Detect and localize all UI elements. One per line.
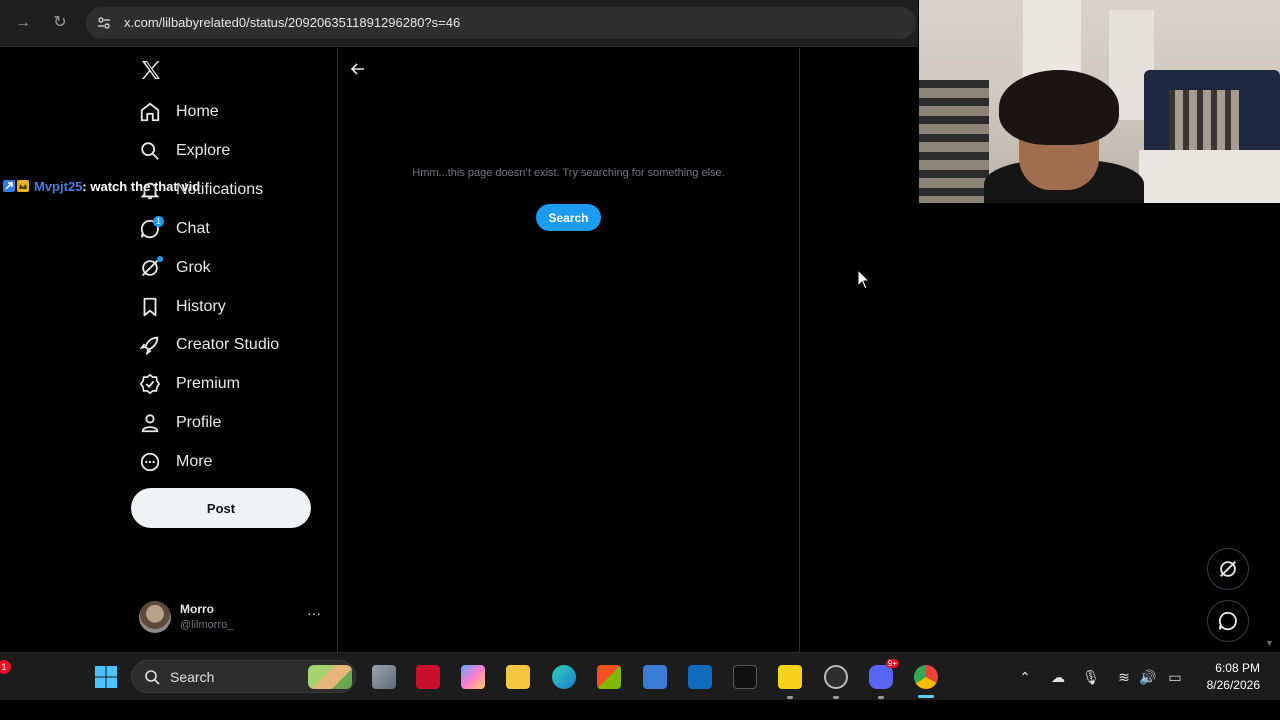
- sidebar-item-label: Explore: [176, 142, 231, 159]
- search-icon: [145, 670, 160, 685]
- search-button[interactable]: Search: [536, 204, 601, 231]
- discord-badge: 9+: [885, 659, 899, 668]
- copilot-icon[interactable]: [461, 665, 485, 689]
- reload-icon[interactable]: ↻: [49, 12, 71, 34]
- sidebar-item-profile[interactable]: Profile: [139, 408, 221, 438]
- webcam-overlay: [919, 0, 1280, 203]
- person-icon: [141, 414, 159, 433]
- taskbar-search-label: Search: [170, 669, 215, 685]
- windows-start-icon[interactable]: [94, 665, 118, 689]
- sidebar-item-premium[interactable]: Premium: [139, 369, 240, 399]
- post-button[interactable]: Post: [131, 488, 311, 528]
- running-indicator: [878, 696, 884, 699]
- rocket-icon: [139, 336, 159, 356]
- task-view-icon[interactable]: [372, 665, 396, 689]
- active-app-indicator: [918, 695, 934, 698]
- clock-time: 6:08 PM: [1215, 661, 1260, 675]
- sidebar-item-grok[interactable]: Grok: [139, 253, 211, 283]
- chat-icon-wrap: 1: [139, 216, 164, 240]
- app-icon[interactable]: [643, 665, 667, 689]
- sidebar-item-home[interactable]: Home: [139, 97, 219, 127]
- back-arrow-icon[interactable]: [349, 60, 367, 78]
- grok-float-button[interactable]: [1207, 548, 1249, 590]
- chat-badge: 1: [153, 216, 164, 227]
- address-bar[interactable]: x.com/lilbabyrelated0/status/20920635118…: [86, 7, 916, 39]
- microphone-icon[interactable]: 🎙: [1082, 668, 1100, 686]
- sidebar-item-label: Chat: [176, 220, 210, 237]
- messages-float-button[interactable]: [1207, 600, 1249, 642]
- chrome-icon[interactable]: [914, 665, 938, 689]
- call-of-duty-icon[interactable]: [733, 665, 757, 689]
- running-indicator: [787, 696, 793, 699]
- chat-message-text: : watch the that vid: [82, 178, 201, 194]
- chevron-up-icon[interactable]: ⌃: [1016, 668, 1034, 686]
- account-name: Morro: [180, 602, 214, 616]
- x-logo-icon[interactable]: [139, 58, 163, 82]
- page-not-found-message: Hmm...this page doesn’t exist. Try searc…: [412, 167, 725, 179]
- sidebar-item-label: More: [176, 453, 213, 470]
- sidebar-item-explore[interactable]: Explore: [139, 136, 230, 166]
- sidebar-item-label: Profile: [176, 414, 222, 431]
- chat-badge-icon: [3, 180, 15, 192]
- chat-icon: [1218, 611, 1237, 631]
- site-settings-icon[interactable]: [96, 15, 112, 31]
- home-icon: [140, 102, 160, 122]
- mcafee-icon[interactable]: [416, 665, 440, 689]
- sidebar-item-chat[interactable]: 1 Chat: [139, 214, 210, 244]
- url-text[interactable]: x.com/lilbabyrelated0/status/20920635118…: [124, 15, 460, 30]
- sidebar-divider: [337, 48, 338, 652]
- account-switcher[interactable]: Morro @lilmorro_ ···: [139, 601, 329, 635]
- clock-date: 8/26/2026: [1206, 678, 1260, 692]
- mouse-cursor-icon: [857, 269, 871, 290]
- verified-icon: [139, 373, 161, 395]
- onedrive-icon[interactable]: ☁: [1049, 668, 1067, 686]
- sidebar-item-history[interactable]: History: [139, 292, 226, 322]
- taskbar-search[interactable]: Search: [131, 660, 356, 693]
- more-circle-icon: [140, 452, 160, 472]
- search-icon: [141, 142, 159, 160]
- browser-toolbar: → ↻ x.com/lilbabyrelated0/status/2092063…: [0, 0, 918, 47]
- volume-icon[interactable]: 🔊: [1139, 668, 1157, 686]
- webcam-person-hair: [999, 70, 1119, 145]
- clock[interactable]: 6:08 PM 8/26/2026: [1180, 660, 1260, 694]
- forward-icon[interactable]: →: [12, 12, 34, 34]
- account-more-icon[interactable]: ···: [307, 605, 321, 621]
- grok-icon: [1220, 561, 1236, 577]
- running-indicator: [833, 696, 839, 699]
- grok-icon-wrap: [139, 256, 163, 279]
- edge-icon[interactable]: [552, 665, 576, 689]
- microsoft-store-icon[interactable]: [597, 665, 621, 689]
- sidebar-item-more[interactable]: More: [139, 447, 212, 477]
- sidebar-item-label: History: [176, 298, 226, 315]
- sticky-notes-icon[interactable]: [778, 665, 802, 689]
- wifi-icon[interactable]: ≋: [1115, 668, 1133, 686]
- bottom-letterbox: [0, 700, 1280, 720]
- sidebar-item-label: Grok: [176, 259, 211, 276]
- sidebar-item-label: Home: [176, 103, 219, 120]
- scroll-down-icon[interactable]: ▼: [1265, 638, 1274, 648]
- file-explorer-icon[interactable]: [506, 665, 530, 689]
- sidebar-nav: Home Explore Notifications 1 Chat Grok H…: [0, 48, 337, 652]
- main-divider: [799, 48, 800, 652]
- avatar[interactable]: [139, 601, 171, 633]
- obs-icon[interactable]: [824, 665, 848, 689]
- discord-icon[interactable]: 9+: [869, 659, 899, 689]
- stream-chat-message: Mvpjt25 : watch the that vid: [3, 177, 200, 195]
- sidebar-item-label: Creator Studio: [176, 336, 280, 353]
- webcam-table: [1139, 150, 1280, 203]
- webcam-chair: [919, 80, 989, 203]
- search-highlight-art: [308, 665, 352, 689]
- crown-badge-icon: [17, 180, 29, 192]
- chat-username: Mvpjt25: [34, 178, 83, 194]
- sidebar-item-label: Premium: [176, 375, 241, 392]
- bookmark-icon: [143, 297, 157, 317]
- outlook-icon[interactable]: [688, 665, 712, 689]
- sidebar-item-creator-studio[interactable]: Creator Studio: [139, 330, 279, 360]
- windows-taskbar: 1 Search 9+ ⌃ ☁ 🎙 ≋ 🔊 ▭ 6:08 PM 8/26/202…: [0, 652, 1280, 700]
- notification-badge: 1: [0, 660, 11, 674]
- grok-dot: [157, 256, 163, 262]
- account-handle: @lilmorro_: [180, 619, 234, 631]
